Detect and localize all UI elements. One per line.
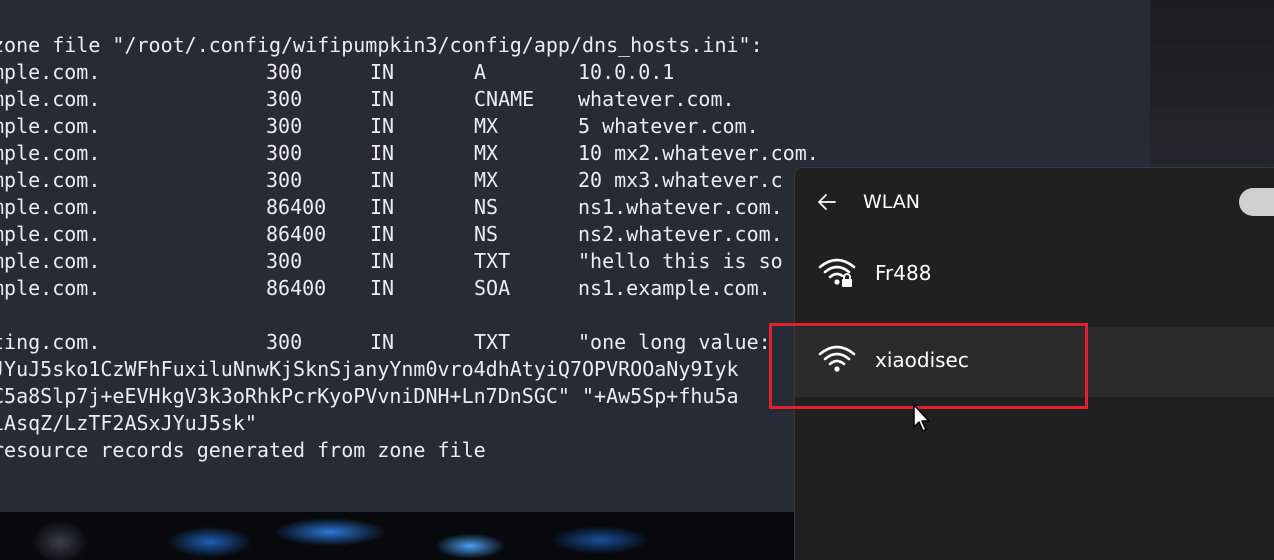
wlan-toggle[interactable] [1239, 188, 1274, 216]
dns-record-row: mple.com. 300 IN MX 10 mx2.whatever.com. [0, 141, 819, 165]
dns-record-row: ting.com. 300 IN TXT "one long value: [0, 330, 771, 354]
terminal-line: resource records generated from zone fil… [0, 438, 486, 462]
desktop-wallpaper-right [1150, 0, 1274, 170]
dns-record-row: mple.com. 300 IN MX 5 whatever.com. [0, 114, 759, 138]
terminal-line: JYuJ5sko1CzWFhFuxiluNnwKjSknSjanyYnm0vro… [0, 357, 739, 381]
dns-record-row: mple.com. 86400 IN SOA ns1.example.com. [0, 276, 771, 300]
highlight-annotation [769, 323, 1088, 409]
network-item-fr488[interactable]: Fr488 [795, 238, 1274, 308]
wlan-flyout-header: WLAN [795, 168, 1274, 238]
dns-record-row: mple.com. 300 IN A 10.0.0.1 [0, 60, 675, 84]
terminal-line: C5a8Slp7j+eEVHkgV3k3oRhkPcrKyoPVvniDNH+L… [0, 384, 739, 408]
mouse-cursor-icon [913, 404, 930, 432]
dns-record-row: mple.com. 300 IN TXT "hello this is so [0, 249, 783, 273]
dns-record-row: mple.com. 86400 IN NS ns1.whatever.com. [0, 195, 783, 219]
terminal-line: iAsqZ/LzTF2ASxJYuJ5sk" [0, 411, 257, 435]
dns-record-row: mple.com. 300 IN MX 20 mx3.whatever.c [0, 168, 783, 192]
terminal-line: zone file "/root/.config/wifipumpkin3/co… [0, 33, 763, 57]
network-name: Fr488 [875, 261, 932, 285]
wlan-title: WLAN [863, 191, 921, 213]
dns-record-row: mple.com. 300 IN CNAME whatever.com. [0, 87, 735, 111]
back-arrow-icon[interactable] [815, 190, 839, 214]
wifi-lock-icon [818, 258, 856, 288]
dns-record-row: mple.com. 86400 IN NS ns2.whatever.com. [0, 222, 783, 246]
